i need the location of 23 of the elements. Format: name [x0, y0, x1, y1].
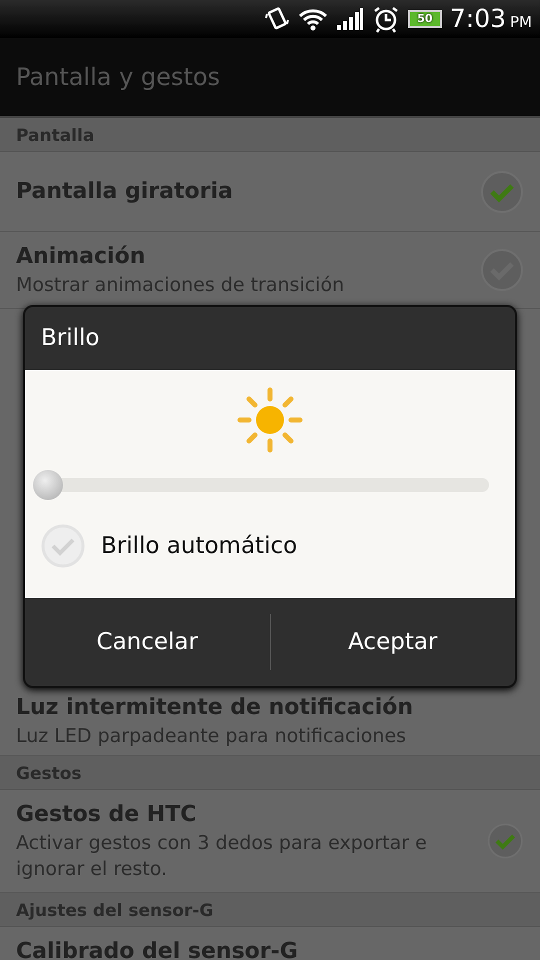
alarm-clock-icon	[372, 5, 400, 33]
setting-title: Luz intermitente de notificación	[16, 694, 414, 722]
signal-icon	[336, 7, 364, 31]
slider-thumb[interactable]	[33, 470, 63, 500]
clock: 7:03	[450, 3, 506, 36]
setting-description: Mostrar animaciones de transición	[16, 273, 346, 298]
screen-title: Pantalla y gestos	[16, 62, 220, 93]
setting-description: Activar gestos con 3 dedos para exportar e ignorar el resto.	[16, 831, 428, 882]
checkbox[interactable]	[480, 170, 524, 214]
setting-title: Animación	[16, 243, 146, 271]
wifi-icon	[298, 7, 328, 31]
dialog-button[interactable]: Cancelar	[25, 598, 270, 686]
setting-title: Gestos de HTC	[16, 801, 198, 829]
dialog-title: Brillo	[41, 324, 100, 354]
sun-icon	[236, 386, 304, 454]
vibrate-icon	[264, 6, 290, 32]
setting-title: Calibrado del sensor-G	[16, 938, 299, 960]
checkbox-label: Brillo automático	[101, 532, 298, 561]
setting-title: Pantalla giratoria	[16, 178, 234, 206]
setting-description: Luz LED parpadeante para notificaciones	[16, 724, 408, 749]
clock-period: PM	[510, 12, 532, 33]
dialog-button[interactable]: Aceptar	[270, 598, 515, 686]
battery-icon: 50	[408, 10, 442, 28]
